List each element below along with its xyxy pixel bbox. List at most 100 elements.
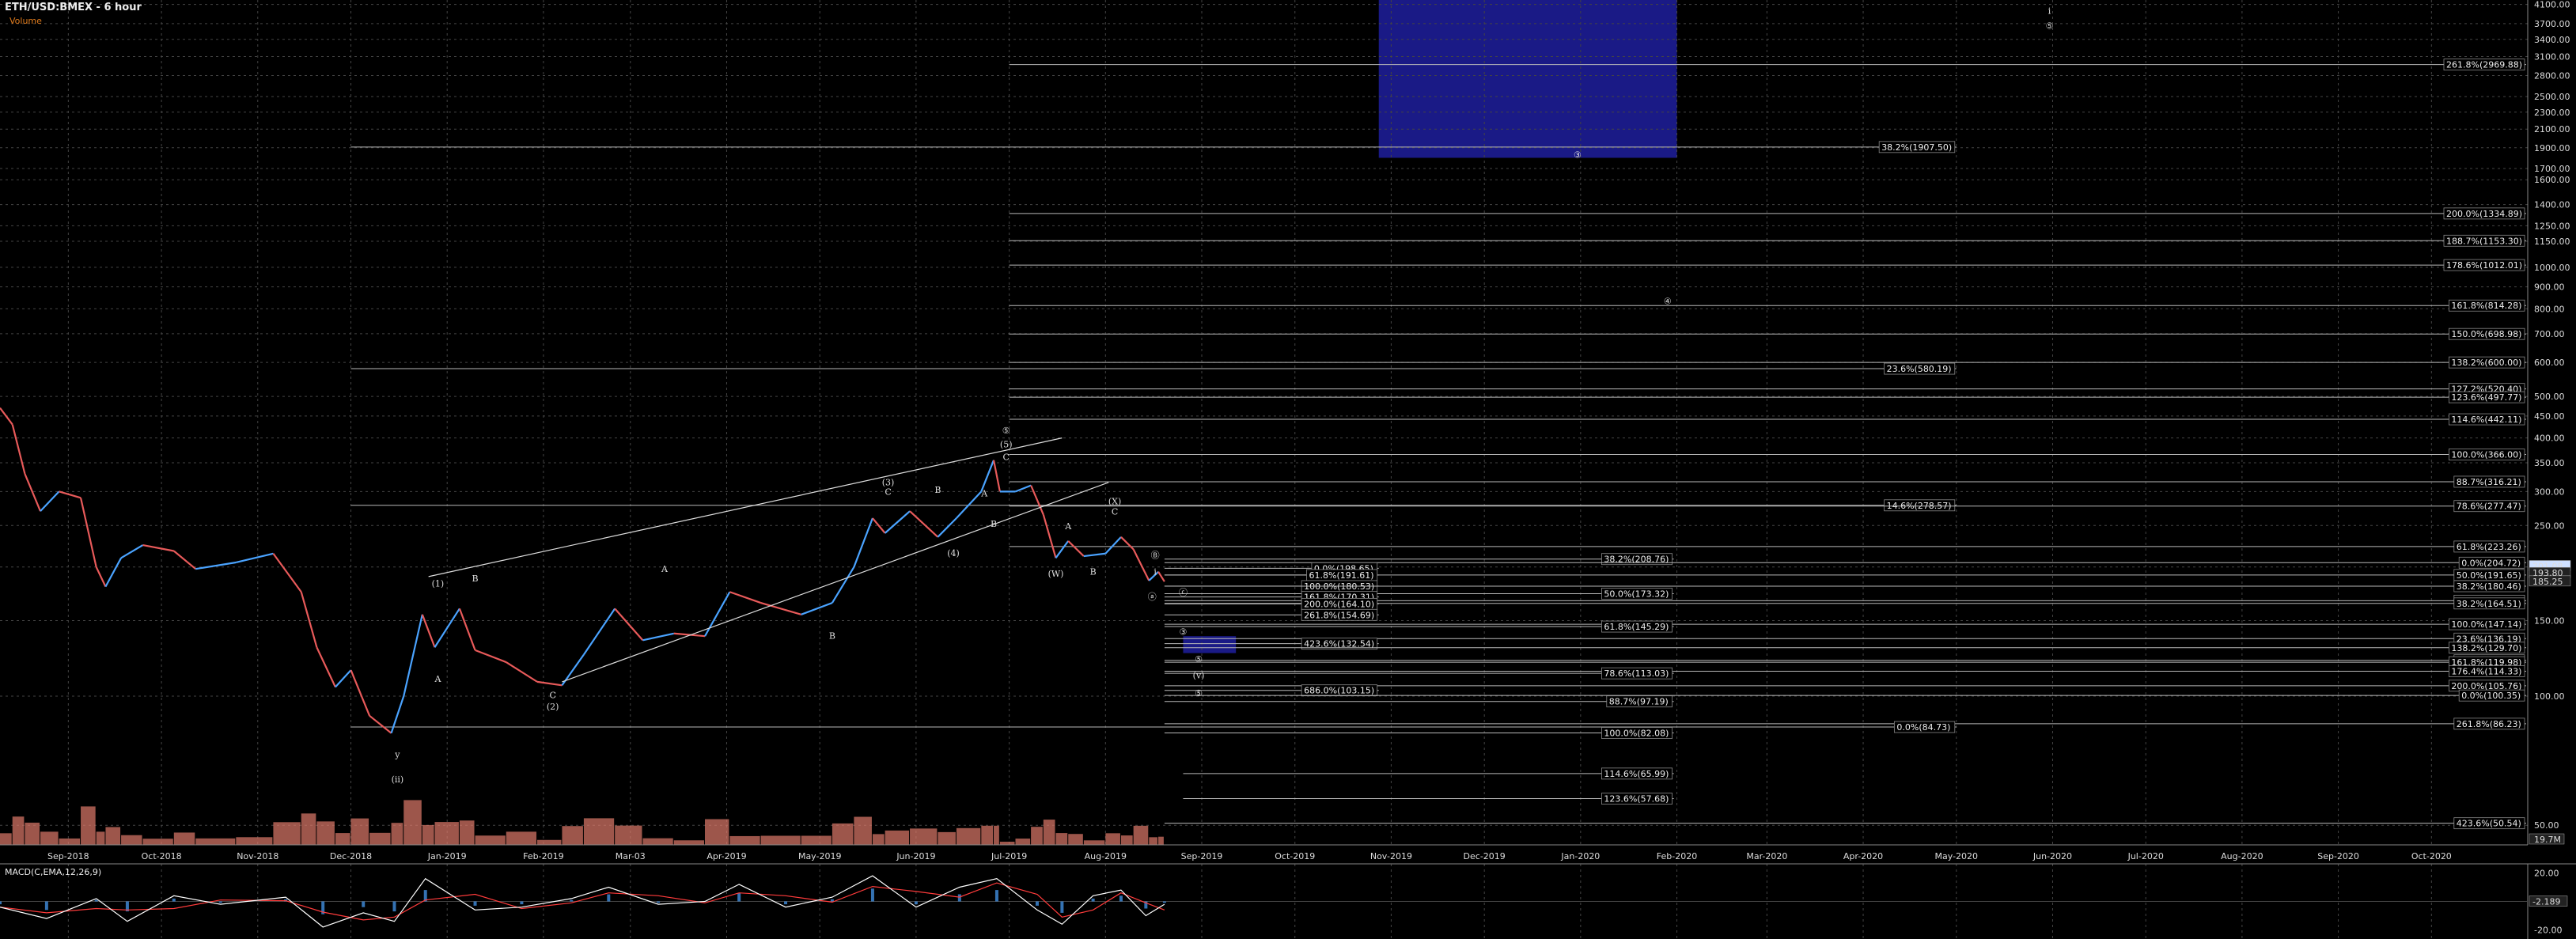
price-segment [831, 566, 855, 604]
price-tick-label: 3400.00 [2534, 35, 2570, 45]
time-tick-label: Sep-2019 [1181, 851, 1223, 861]
price-tick-label: 2300.00 [2534, 108, 2570, 118]
volume-bar [642, 838, 673, 845]
price-tick-label: 1700.00 [2534, 164, 2570, 174]
volume-bar [96, 831, 105, 845]
price-tick-label: 1150.00 [2534, 237, 2570, 247]
price-tick-label: 4100.00 [2534, 0, 2570, 10]
price-series [0, 407, 1165, 734]
volume-bar [391, 823, 403, 845]
trend-channel [428, 437, 1109, 683]
price-segment [704, 591, 731, 637]
price-tick-label: 150.00 [2534, 616, 2565, 627]
price-axis: 4100.00 3700.00 3400.00 3100.00 2800.00 2500.… [2527, 0, 2571, 845]
time-tick-label: Mar-03 [616, 851, 646, 861]
macd-histogram-bar [520, 901, 524, 905]
volume-bar [994, 825, 999, 845]
fib-level-label: 178.6%(1012.01) [2446, 260, 2522, 271]
volume-legend: Volume [9, 16, 42, 26]
volume-bar [1158, 836, 1164, 845]
price-segment [173, 550, 196, 570]
wave-label: ④ [1664, 297, 1672, 307]
macd-histogram-bar [1091, 898, 1095, 902]
price-segment [350, 669, 371, 717]
price-segment [458, 608, 476, 651]
macd-histogram-bar [737, 892, 741, 902]
price-segment [956, 490, 983, 519]
price-segment [59, 490, 81, 499]
volume-bar [301, 813, 316, 845]
time-tick-label: Sep-2020 [2317, 851, 2359, 861]
volume-bar [1083, 840, 1105, 845]
time-tick-label: Apr-2020 [1843, 851, 1883, 861]
wave-label: C [1003, 452, 1010, 463]
wave-label: ⑤ [1002, 426, 1010, 436]
time-tick-label: Dec-2019 [1464, 851, 1506, 861]
price-tick-label: 2800.00 [2534, 70, 2570, 81]
price-segment [801, 602, 833, 615]
wave-label: ③ [1574, 150, 1582, 160]
price-segment [729, 591, 762, 604]
macd-histogram-bar [914, 901, 918, 905]
fib-level-label: 61.8%(191.61) [1309, 570, 1374, 581]
chart-canvas[interactable]: 261.8%(2969.88) 38.2%(1907.50) 200.0%(1334… [0, 0, 2576, 939]
volume-bar [0, 833, 12, 845]
volume-bar [885, 830, 910, 845]
wave-label: i [1154, 566, 1157, 577]
wave-label: (4) [947, 548, 960, 558]
fib-level-label: 423.6%(50.54) [2457, 819, 2521, 829]
volume-bar [562, 826, 583, 845]
fib-level-label: 78.6%(277.47) [2457, 502, 2521, 512]
price-tick-label: 300.00 [2534, 487, 2565, 497]
price-tick-label: 900.00 [2534, 282, 2565, 293]
price-segment [1120, 536, 1135, 551]
volume-bar [25, 822, 40, 845]
macd-histogram-bar [362, 901, 366, 907]
fib-level-label: 200.0%(1334.89) [2446, 209, 2522, 219]
volume-bar [236, 837, 273, 845]
wave-label: ⑤ [1195, 654, 1203, 664]
wave-label: C [549, 690, 555, 700]
volume-bar [1105, 833, 1120, 845]
fib-level-label: 114.6%(65.99) [1604, 769, 1669, 779]
macd-histogram-bar [1119, 895, 1123, 902]
fib-level-label: 38.2%(164.51) [2457, 599, 2521, 609]
volume-bar [704, 819, 729, 845]
volume-bars [0, 800, 1164, 845]
time-tick-label: Jan-2019 [427, 851, 467, 861]
time-tick-label: Feb-2020 [1657, 851, 1697, 861]
wave-label: B [1090, 566, 1097, 577]
volume-bar [273, 822, 301, 845]
macd-histogram-bar [784, 901, 788, 905]
channel-line [562, 482, 1109, 683]
volume-bar [1149, 837, 1158, 845]
volume-bar [403, 800, 422, 845]
volume-bar [760, 835, 801, 845]
price-segment [1015, 484, 1032, 493]
price-segment [95, 566, 107, 588]
time-tick-label: Jan-2020 [1560, 851, 1600, 861]
fib-level-label: 138.2%(129.70) [2451, 643, 2521, 653]
price-tick-label: 600.00 [2534, 358, 2565, 368]
wave-label: A [1064, 521, 1072, 532]
time-axis: Sep-2018 Oct-2018 Nov-2018 Dec-2018 Jan-2019… [0, 844, 2528, 861]
price-segment [909, 510, 939, 538]
fib-level-label: 61.8%(223.26) [2457, 542, 2521, 552]
macd-histogram-bar [94, 899, 98, 902]
time-tick-label: Jun-2020 [2032, 851, 2072, 861]
fib-level-label: 188.7%(1153.30) [2446, 236, 2522, 246]
macd-panel: 20.00 -20.00 -2.189 [0, 863, 2576, 939]
volume-bar [832, 823, 854, 845]
fib-level-label: 100.0%(147.14) [2451, 619, 2521, 630]
macd-histogram-bar [607, 894, 611, 902]
time-tick-label: Apr-2019 [707, 851, 746, 861]
wave-label: B [934, 485, 941, 495]
macd-histogram-bar [218, 901, 222, 903]
wave-label: A [980, 489, 988, 499]
wave-label: (5) [1000, 440, 1013, 450]
macd-histogram-bar [957, 894, 961, 902]
price-segment [120, 544, 144, 559]
volume-bar [81, 806, 96, 845]
price-tick-label: 250.00 [2534, 521, 2565, 531]
price-tick-label: 1250.00 [2534, 221, 2570, 231]
